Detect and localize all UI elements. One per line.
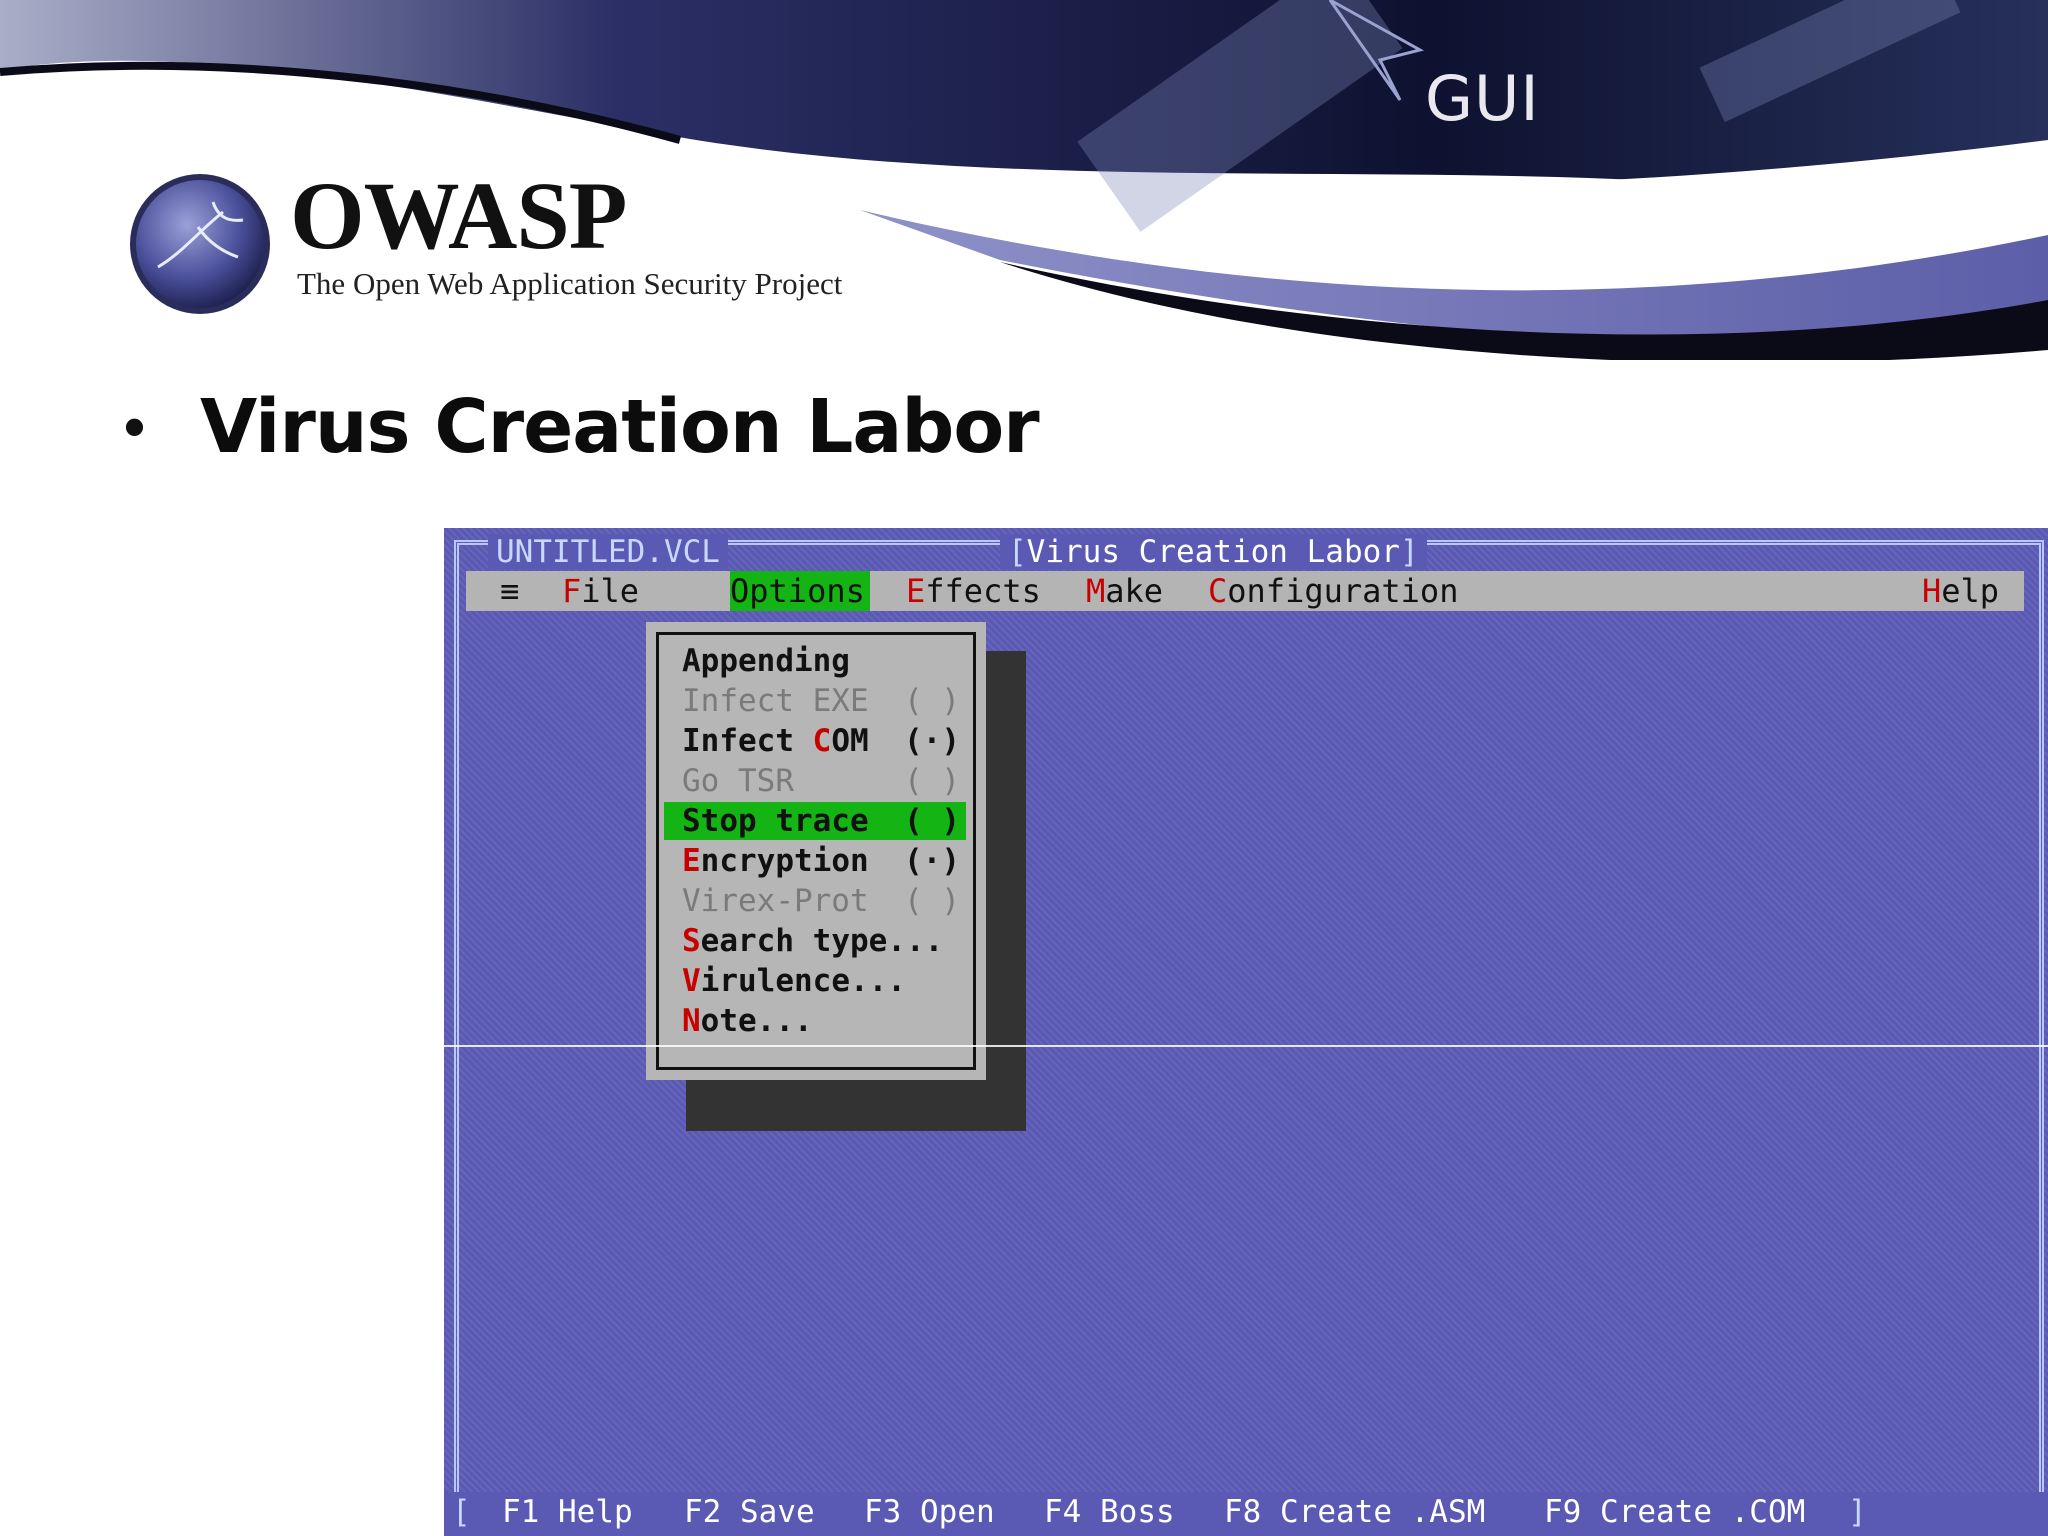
options-menu-item-post: ncryption xyxy=(700,843,869,879)
options-menu-item-state: ( ) xyxy=(904,883,960,919)
status-f3-label: Open xyxy=(920,1494,995,1530)
options-menu-item[interactable]: Search type... xyxy=(664,922,966,960)
status-f4-label: Boss xyxy=(1100,1494,1175,1530)
options-menu-item-post: earch type... xyxy=(700,923,944,959)
options-menu-item[interactable]: Note... xyxy=(664,1002,966,1040)
options-menu-item-pre: Virex-Prot xyxy=(682,883,869,919)
status-f2[interactable]: F2 Save xyxy=(684,1494,815,1530)
menu-configuration-label: onfiguration xyxy=(1227,572,1459,610)
status-bar: [ F1 Help F2 Save F3 Open F4 Boss F8 Cre… xyxy=(444,1492,2048,1536)
menu-options-label: ptions xyxy=(749,572,865,610)
system-menu-icon[interactable]: ≡ xyxy=(500,571,519,611)
status-f9-key: F9 xyxy=(1544,1494,1582,1530)
menu-help[interactable]: Help xyxy=(1922,571,1999,611)
menu-make-hotkey: M xyxy=(1086,572,1106,610)
options-menu-item-state: (·) xyxy=(904,843,960,879)
options-dropdown: Appending Infect EXE( ) Infect COM (·) Go TS… xyxy=(646,622,986,1080)
status-f1[interactable]: F1 Help xyxy=(502,1494,633,1530)
status-f3[interactable]: F3 Open xyxy=(864,1494,995,1530)
scanline-artifact xyxy=(444,1045,2048,1047)
file-title: UNTITLED.VCL xyxy=(488,534,728,570)
options-menu-item[interactable]: Infect EXE ( ) xyxy=(664,682,966,720)
options-menu-item-hotkey: N xyxy=(682,1003,701,1039)
status-f2-key: F2 xyxy=(684,1494,722,1530)
slide-title: GUI xyxy=(1425,62,1540,135)
menu-file-label: ile xyxy=(581,572,640,610)
options-menu-item-hotkey: V xyxy=(682,963,701,999)
status-f8-label: Create .ASM xyxy=(1280,1494,1486,1530)
bullet-icon: • xyxy=(124,393,146,460)
brand-name: OWASP xyxy=(290,162,627,269)
menu-options[interactable]: Options xyxy=(730,571,870,611)
status-f1-key: F1 xyxy=(502,1494,540,1530)
status-f3-key: F3 xyxy=(864,1494,902,1530)
options-menu-item-hotkey: C xyxy=(812,723,832,759)
owasp-logo-icon xyxy=(130,174,270,314)
dos-screen: UNTITLED.VCL [Virus Creation Labor] ≡ Fi… xyxy=(444,528,2048,1536)
app-title-text: Virus Creation Labor xyxy=(1026,534,1400,570)
options-menu-item[interactable]: Virulence... xyxy=(664,962,966,1000)
menu-effects-label: ffects xyxy=(925,572,1041,610)
menu-help-label: elp xyxy=(1941,572,2000,610)
app-title: [Virus Creation Labor] xyxy=(1000,534,1427,570)
options-menu-item-post: Stop trace xyxy=(682,803,869,839)
status-f8-key: F8 xyxy=(1224,1494,1262,1530)
menu-make[interactable]: Make xyxy=(1086,571,1163,611)
status-f9-label: Create .COM xyxy=(1600,1494,1806,1530)
options-menu-item-post: OM xyxy=(831,723,869,759)
options-menu-item[interactable]: Virex-Prot ( ) xyxy=(664,882,966,920)
status-f9[interactable]: F9 Create .COM xyxy=(1544,1494,1805,1530)
menu-make-label: ake xyxy=(1105,572,1164,610)
menu-effects-hotkey: E xyxy=(906,572,926,610)
options-menu-item[interactable]: Infect COM (·) xyxy=(664,722,966,760)
options-menu-item-hotkey: S xyxy=(682,923,701,959)
options-menu-item-state: ( ) xyxy=(904,763,960,799)
menu-help-hotkey: H xyxy=(1922,572,1942,610)
options-menu-item-state: ( ) xyxy=(904,803,960,839)
brand-subtitle: The Open Web Application Security Projec… xyxy=(297,266,843,301)
menu-file-hotkey: F xyxy=(562,572,582,610)
options-menu-item[interactable]: Stop trace ( ) xyxy=(664,802,966,840)
options-menu-item-pre: Infect xyxy=(682,723,813,759)
options-menu-item-state: (·) xyxy=(904,723,960,759)
options-menu-item-post: irulence... xyxy=(700,963,906,999)
bullet-heading: Virus Creation Labor xyxy=(200,384,1040,470)
options-menu-item-post: Appending xyxy=(682,643,850,679)
menu-configuration[interactable]: Configuration xyxy=(1208,571,1458,611)
menu-file[interactable]: File xyxy=(562,571,639,611)
menu-options-hotkey: O xyxy=(730,572,750,610)
options-menu-item[interactable]: Go TSR ( ) xyxy=(664,762,966,800)
menu-effects[interactable]: Effects xyxy=(906,571,1041,611)
status-bracket-right: ] xyxy=(1848,1494,1867,1530)
options-menu-item-hotkey: E xyxy=(682,843,701,879)
options-menu-item-state: ( ) xyxy=(904,683,960,719)
options-menu-item[interactable]: Encryption (·) xyxy=(664,842,966,880)
options-menu-item-pre: Infect EXE xyxy=(682,683,869,719)
options-menu-item-pre: Go TSR xyxy=(682,763,794,799)
options-menu-item-post: ote... xyxy=(700,1003,813,1039)
status-f8[interactable]: F8 Create .ASM xyxy=(1224,1494,1485,1530)
menu-bar: ≡ File Options Effects Make Configuratio… xyxy=(466,571,2024,611)
menu-configuration-hotkey: C xyxy=(1208,572,1228,610)
status-f2-label: Save xyxy=(740,1494,815,1530)
status-f1-label: Help xyxy=(558,1494,633,1530)
status-f4[interactable]: F4 Boss xyxy=(1044,1494,1175,1530)
status-f4-key: F4 xyxy=(1044,1494,1082,1530)
status-bracket-left: [ xyxy=(452,1494,471,1530)
options-menu-item[interactable]: Appending xyxy=(664,642,966,680)
